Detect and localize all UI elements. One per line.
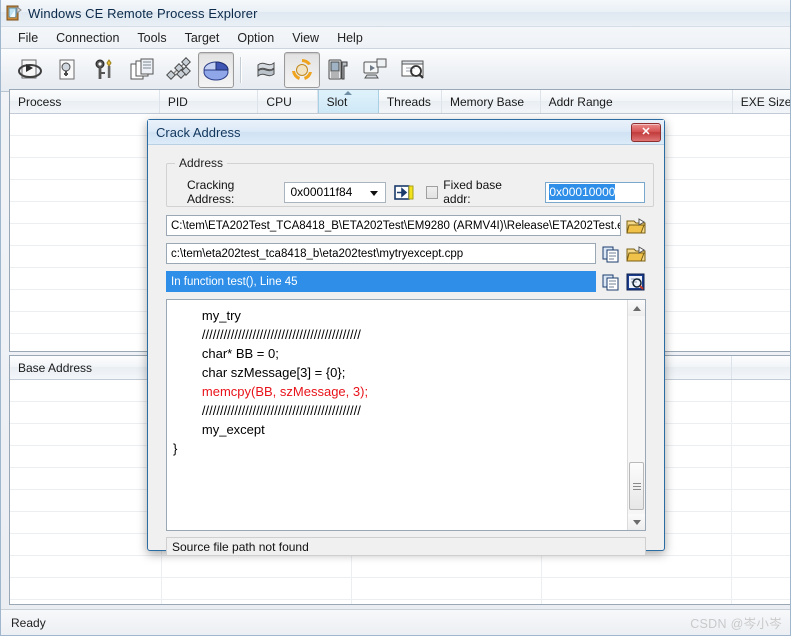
folder-open-icon[interactable] bbox=[626, 244, 646, 263]
status-bar: Ready CSDN @岑小岑 bbox=[1, 609, 790, 635]
column-header-slot[interactable]: Slot bbox=[317, 90, 379, 113]
exe-path-row: C:\tem\ETA202Test_TCA8418_B\ETA202Test\E… bbox=[166, 215, 646, 236]
column-label: Threads bbox=[386, 94, 431, 109]
code-vertical-scrollbar[interactable] bbox=[627, 300, 645, 530]
menu-item-view[interactable]: View bbox=[283, 29, 328, 47]
chevron-down-icon[interactable] bbox=[370, 190, 379, 196]
code-line: my_try bbox=[173, 308, 241, 323]
dialog-body: Address Cracking Address: 0x00011f84 Fix… bbox=[148, 145, 664, 556]
table-row[interactable] bbox=[10, 578, 790, 600]
column-header-blank-4[interactable] bbox=[732, 356, 790, 379]
status-text: Ready bbox=[11, 615, 46, 630]
fixed-base-label: Fixed base addr: bbox=[443, 178, 502, 206]
menu-item-target[interactable]: Target bbox=[176, 29, 229, 47]
cracking-address-value: 0x00011f84 bbox=[290, 185, 353, 199]
column-header-addr-range[interactable]: Addr Range bbox=[541, 90, 733, 113]
column-label: Addr Range bbox=[548, 94, 613, 109]
code-line: } bbox=[173, 441, 178, 456]
menu-item-option[interactable]: Option bbox=[228, 29, 283, 47]
pie-chart-icon[interactable] bbox=[198, 52, 234, 88]
address-group-label: Address bbox=[175, 156, 228, 170]
sync-icon[interactable] bbox=[247, 52, 283, 88]
source-code-text: my_try /////////////////////////////////… bbox=[167, 300, 627, 530]
column-header-exe-size[interactable]: EXE Size bbox=[733, 90, 791, 113]
scrollbar-thumb[interactable] bbox=[629, 462, 644, 510]
inspect-window-icon[interactable] bbox=[395, 52, 431, 88]
column-label: EXE Size bbox=[740, 94, 791, 109]
code-line: char szMessage[3] = {0}; bbox=[173, 365, 346, 380]
column-header-cpu[interactable]: CPU bbox=[258, 90, 318, 113]
goto-address-icon[interactable] bbox=[394, 183, 414, 202]
column-header-base-address[interactable]: Base Address bbox=[10, 356, 162, 379]
dialog-titlebar: Crack Address ✕ bbox=[148, 120, 664, 145]
fixed-base-value: 0x00010000 bbox=[549, 184, 616, 200]
toolbar bbox=[1, 49, 790, 92]
scroll-up-icon[interactable] bbox=[628, 300, 645, 316]
dialog-title: Crack Address bbox=[156, 124, 241, 140]
menu-bar: File Connection Tools Target Option View… bbox=[1, 27, 790, 49]
folder-open-icon[interactable] bbox=[626, 216, 646, 235]
module-list-icon[interactable] bbox=[124, 52, 160, 88]
column-label: CPU bbox=[266, 94, 292, 109]
fixed-base-input[interactable]: 0x00010000 bbox=[545, 181, 646, 203]
code-line: char* BB = 0; bbox=[173, 346, 279, 361]
menu-item-help[interactable]: Help bbox=[328, 29, 372, 47]
sort-ascending-icon bbox=[344, 91, 353, 95]
scrollbar-grip-icon bbox=[632, 482, 641, 490]
search-file-icon[interactable] bbox=[626, 272, 646, 291]
column-label: PID bbox=[167, 94, 188, 109]
toolbar-separator bbox=[240, 57, 242, 83]
crack-address-dialog: Crack Address ✕ Address Cracking Address… bbox=[147, 119, 665, 556]
column-label: Base Address bbox=[18, 360, 93, 375]
menu-item-file[interactable]: File bbox=[9, 29, 47, 47]
menu-item-tools[interactable]: Tools bbox=[128, 29, 175, 47]
remote-display-icon[interactable] bbox=[358, 52, 394, 88]
exe-path-input[interactable]: C:\tem\ETA202Test_TCA8418_B\ETA202Test\E… bbox=[166, 215, 621, 236]
column-header-process[interactable]: Process bbox=[10, 90, 160, 113]
address-groupbox: Address Cracking Address: 0x00011f84 Fix… bbox=[166, 156, 654, 207]
function-line-value[interactable]: In function test(), Line 45 bbox=[166, 271, 596, 292]
window-titlebar: Windows CE Remote Process Explorer bbox=[1, 0, 790, 27]
source-code-view[interactable]: my_try /////////////////////////////////… bbox=[166, 299, 646, 531]
app-icon bbox=[6, 5, 22, 21]
copy-icon[interactable] bbox=[601, 244, 621, 263]
scroll-down-icon[interactable] bbox=[628, 514, 645, 530]
table-row[interactable] bbox=[10, 556, 790, 578]
menu-item-connection[interactable]: Connection bbox=[47, 29, 128, 47]
code-line: my_except bbox=[173, 422, 265, 437]
column-header-threads[interactable]: Threads bbox=[379, 90, 442, 113]
column-header-memory-base[interactable]: Memory Base bbox=[442, 90, 541, 113]
process-list-header: Process PID CPU Slot Threads Memory Base… bbox=[10, 90, 791, 114]
cracking-address-combo[interactable]: 0x00011f84 bbox=[284, 181, 387, 203]
source-path-row: c:\tem\eta202test_tca8418_b\eta202test\m… bbox=[166, 243, 646, 264]
code-line: ////////////////////////////////////////… bbox=[173, 403, 361, 418]
run-process-icon[interactable] bbox=[13, 52, 49, 88]
column-header-pid[interactable]: PID bbox=[160, 90, 259, 113]
watermark: CSDN @岑小岑 bbox=[690, 617, 782, 631]
settings-key-icon[interactable] bbox=[87, 52, 123, 88]
code-line-error: memcpy(BB, szMessage, 3); bbox=[173, 384, 369, 399]
fixed-base-checkbox[interactable] bbox=[426, 185, 439, 199]
window-title: Windows CE Remote Process Explorer bbox=[28, 5, 258, 21]
close-icon[interactable]: ✕ bbox=[631, 122, 661, 142]
network-nodes-icon[interactable] bbox=[161, 52, 197, 88]
code-line: ////////////////////////////////////////… bbox=[173, 327, 361, 342]
dialog-status-message: Source file path not found bbox=[166, 537, 646, 556]
device-tools-icon[interactable] bbox=[321, 52, 357, 88]
function-line-row: In function test(), Line 45 bbox=[166, 271, 646, 292]
column-label: Process bbox=[18, 94, 62, 109]
address-row: Cracking Address: 0x00011f84 Fixed base bbox=[175, 178, 646, 206]
column-label: Memory Base bbox=[450, 94, 525, 109]
app-window: Windows CE Remote Process Explorer File … bbox=[0, 0, 791, 636]
column-label: Slot bbox=[326, 94, 348, 109]
source-path-input[interactable]: c:\tem\eta202test_tca8418_b\eta202test\m… bbox=[166, 243, 596, 264]
copy-icon[interactable] bbox=[601, 272, 621, 291]
kill-process-icon[interactable] bbox=[50, 52, 86, 88]
refresh-circular-icon[interactable] bbox=[284, 52, 320, 88]
cracking-address-label: Cracking Address: bbox=[187, 178, 235, 206]
